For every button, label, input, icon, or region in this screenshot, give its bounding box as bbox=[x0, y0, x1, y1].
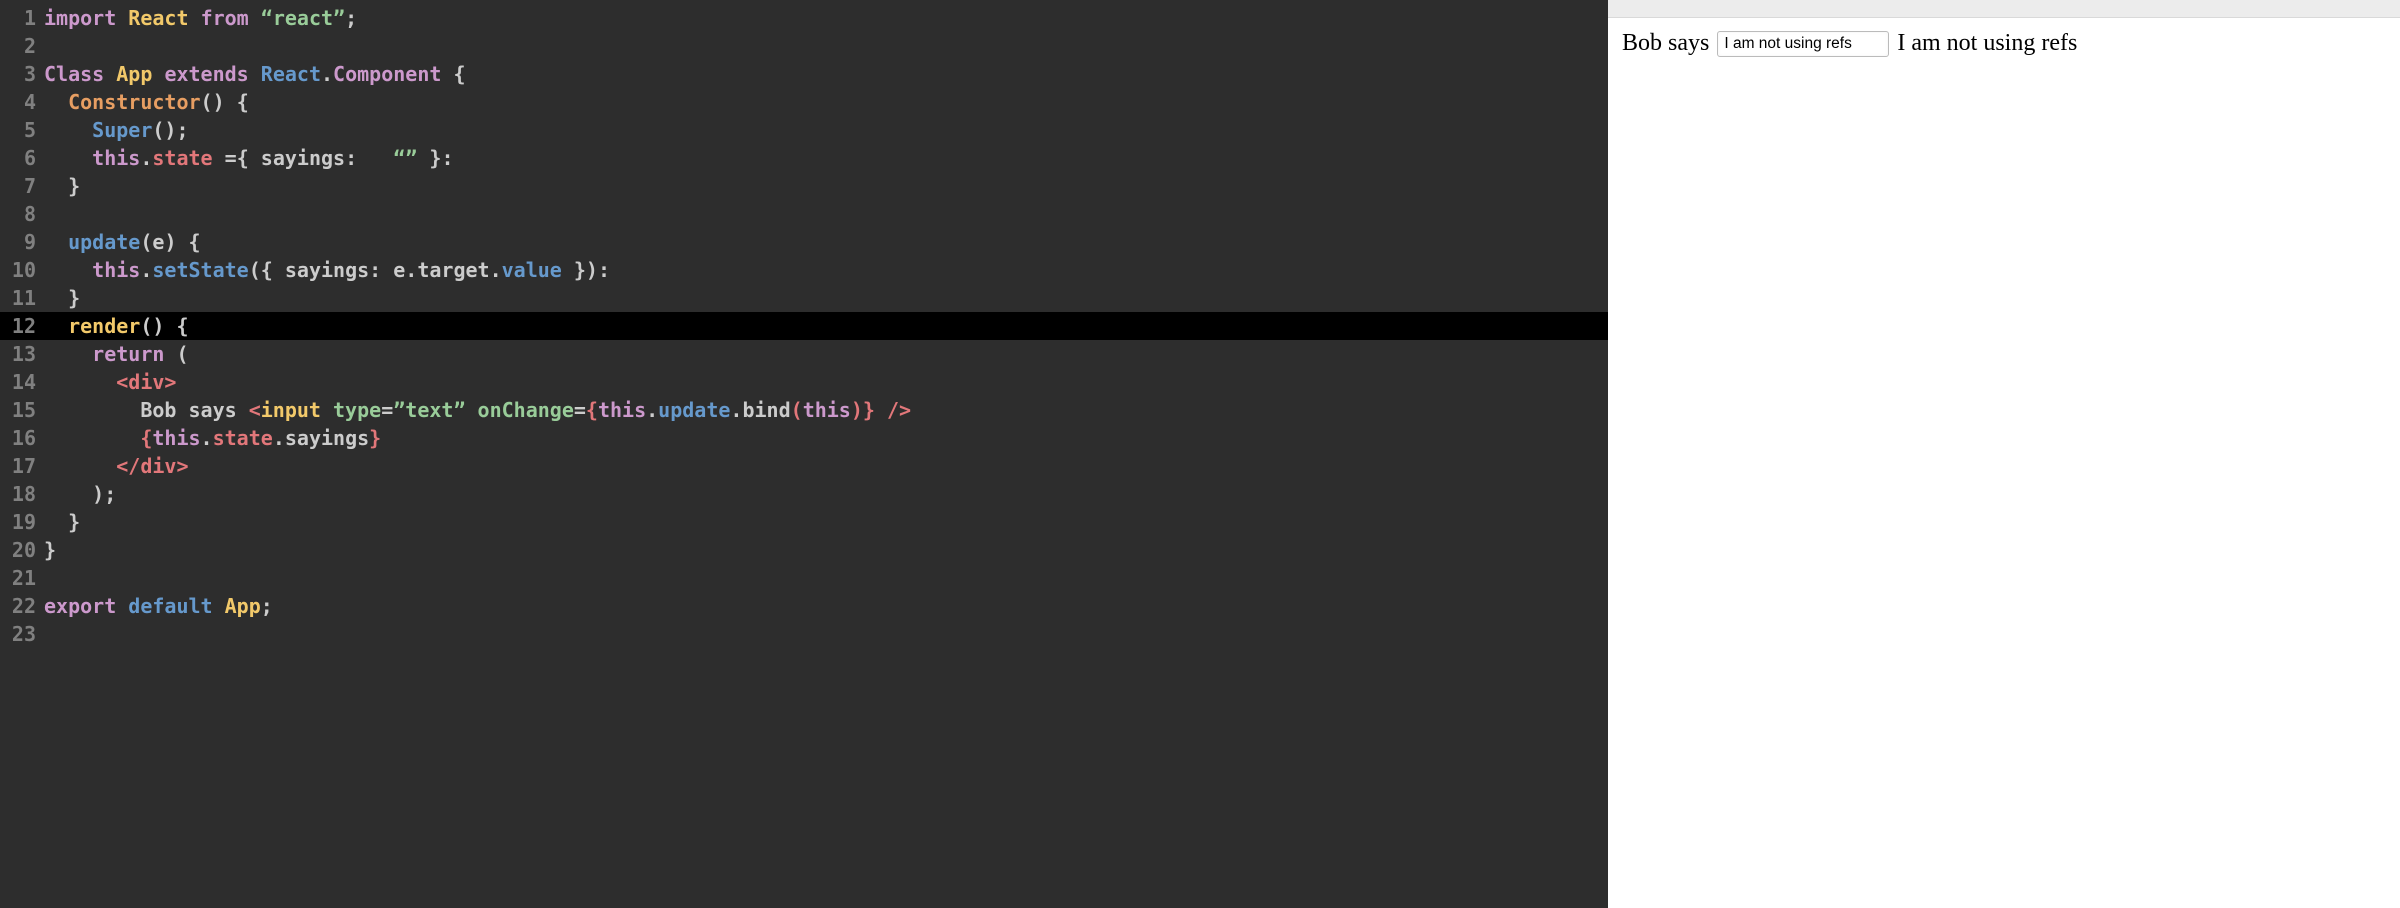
code-line[interactable]: 23 bbox=[0, 620, 1608, 648]
code-line[interactable]: 14 <div> bbox=[0, 368, 1608, 396]
line-number: 10 bbox=[0, 256, 44, 284]
code-content[interactable]: } bbox=[44, 172, 1608, 200]
code-content[interactable]: export default App; bbox=[44, 592, 1608, 620]
code-line[interactable]: 6 this.state ={ sayings: “” }: bbox=[0, 144, 1608, 172]
code-content[interactable]: <div> bbox=[44, 368, 1608, 396]
line-number: 18 bbox=[0, 480, 44, 508]
line-number: 23 bbox=[0, 620, 44, 648]
preview-label: Bob says bbox=[1622, 30, 1709, 57]
preview-toolbar bbox=[1608, 0, 2400, 18]
line-number: 15 bbox=[0, 396, 44, 424]
code-content[interactable] bbox=[44, 564, 1608, 592]
preview-body: Bob says I am not using refs bbox=[1608, 18, 2400, 69]
code-line[interactable]: 5 Super(); bbox=[0, 116, 1608, 144]
line-number: 20 bbox=[0, 536, 44, 564]
code-line[interactable]: 7 } bbox=[0, 172, 1608, 200]
code-line[interactable]: 13 return ( bbox=[0, 340, 1608, 368]
code-line[interactable]: 12 render() { bbox=[0, 312, 1608, 340]
line-number: 16 bbox=[0, 424, 44, 452]
code-content[interactable] bbox=[44, 200, 1608, 228]
code-content[interactable]: Constructor() { bbox=[44, 88, 1608, 116]
code-content[interactable]: } bbox=[44, 284, 1608, 312]
line-number: 9 bbox=[0, 228, 44, 256]
line-number: 4 bbox=[0, 88, 44, 116]
code-content[interactable]: import React from “react”; bbox=[44, 4, 1608, 32]
line-number: 5 bbox=[0, 116, 44, 144]
code-line[interactable]: 2 bbox=[0, 32, 1608, 60]
code-line[interactable]: 1import React from “react”; bbox=[0, 4, 1608, 32]
code-line[interactable]: 18 ); bbox=[0, 480, 1608, 508]
line-number: 11 bbox=[0, 284, 44, 312]
code-content[interactable]: Class App extends React.Component { bbox=[44, 60, 1608, 88]
sayings-echo: I am not using refs bbox=[1897, 30, 2077, 57]
code-content[interactable]: Super(); bbox=[44, 116, 1608, 144]
code-content[interactable]: Bob says <input type=”text” onChange={th… bbox=[44, 396, 1608, 424]
code-content[interactable] bbox=[44, 32, 1608, 60]
code-line[interactable]: 15 Bob says <input type=”text” onChange=… bbox=[0, 396, 1608, 424]
code-line[interactable]: 10 this.setState({ sayings: e.target.val… bbox=[0, 256, 1608, 284]
line-number: 14 bbox=[0, 368, 44, 396]
code-content[interactable]: update(e) { bbox=[44, 228, 1608, 256]
code-line[interactable]: 21 bbox=[0, 564, 1608, 592]
code-line[interactable]: 8 bbox=[0, 200, 1608, 228]
line-number: 19 bbox=[0, 508, 44, 536]
code-content[interactable]: {this.state.sayings} bbox=[44, 424, 1608, 452]
line-number: 7 bbox=[0, 172, 44, 200]
code-content[interactable]: this.setState({ sayings: e.target.value … bbox=[44, 256, 1608, 284]
code-content[interactable]: ); bbox=[44, 480, 1608, 508]
line-number: 6 bbox=[0, 144, 44, 172]
line-number: 17 bbox=[0, 452, 44, 480]
code-line[interactable]: 17 </div> bbox=[0, 452, 1608, 480]
code-content[interactable] bbox=[44, 620, 1608, 648]
line-number: 12 bbox=[0, 312, 44, 340]
code-line[interactable]: 16 {this.state.sayings} bbox=[0, 424, 1608, 452]
line-number: 21 bbox=[0, 564, 44, 592]
code-line[interactable]: 9 update(e) { bbox=[0, 228, 1608, 256]
line-number: 22 bbox=[0, 592, 44, 620]
code-line[interactable]: 11 } bbox=[0, 284, 1608, 312]
line-number: 1 bbox=[0, 4, 44, 32]
line-number: 3 bbox=[0, 60, 44, 88]
code-line[interactable]: 22export default App; bbox=[0, 592, 1608, 620]
sayings-input[interactable] bbox=[1717, 31, 1889, 57]
code-line[interactable]: 4 Constructor() { bbox=[0, 88, 1608, 116]
code-line[interactable]: 19 } bbox=[0, 508, 1608, 536]
code-line[interactable]: 3Class App extends React.Component { bbox=[0, 60, 1608, 88]
line-number: 2 bbox=[0, 32, 44, 60]
line-number: 8 bbox=[0, 200, 44, 228]
code-line[interactable]: 20} bbox=[0, 536, 1608, 564]
preview-panel: Bob says I am not using refs bbox=[1608, 0, 2400, 908]
code-editor[interactable]: 1import React from “react”;23Class App e… bbox=[0, 0, 1608, 908]
code-content[interactable]: render() { bbox=[44, 312, 1608, 340]
code-content[interactable]: } bbox=[44, 508, 1608, 536]
code-content[interactable]: this.state ={ sayings: “” }: bbox=[44, 144, 1608, 172]
code-content[interactable]: return ( bbox=[44, 340, 1608, 368]
code-content[interactable]: </div> bbox=[44, 452, 1608, 480]
line-number: 13 bbox=[0, 340, 44, 368]
code-content[interactable]: } bbox=[44, 536, 1608, 564]
